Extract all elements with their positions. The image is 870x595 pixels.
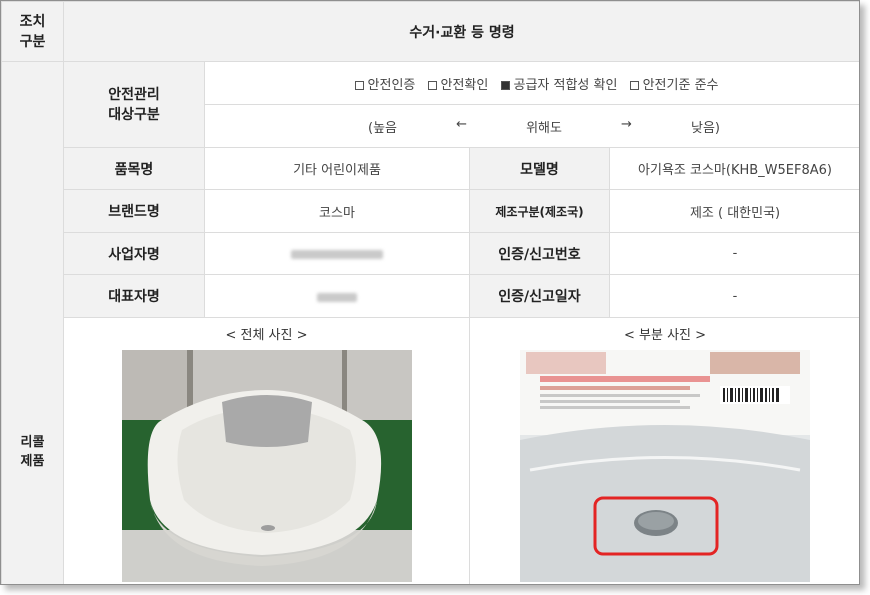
representative-label: 대표자명 (63, 274, 205, 318)
option-safety-cert: 안전인증 (354, 78, 415, 93)
recall-product-label: 리콜 제품 (1, 61, 64, 584)
full-photo-bathtub (121, 350, 412, 582)
representative-redacted (204, 274, 470, 318)
checkbox-icon (629, 80, 639, 90)
option-safety-confirm: 안전확인 (427, 78, 488, 93)
cert-date-label: 인증/신고일자 (469, 274, 610, 318)
recall-table: 조치 구분 수거·교환 등 명령 리콜 제품 안전관리 대상구분 안전인증 안전… (1, 1, 859, 584)
redacted-text (291, 250, 383, 259)
risk-high: (높음 (368, 120, 397, 136)
option-supplier-conformity: 공급자 적합성 확인 (500, 78, 617, 93)
redacted-text (317, 292, 357, 302)
model-value: 아기욕조 코스마(KHB_W5EF8A6) (608, 147, 859, 190)
part-photo-drain (520, 350, 811, 582)
origin-value: 제조 ( 대한민국) (608, 189, 859, 233)
checkbox-icon (427, 80, 437, 90)
brand-value: 코스마 (204, 189, 470, 233)
recall-info-panel: 조치 구분 수거·교환 등 명령 리콜 제품 안전관리 대상구분 안전인증 안전… (0, 0, 860, 585)
model-label: 모델명 (469, 147, 610, 190)
cert-date-value: - (608, 274, 859, 318)
checkbox-icon (354, 80, 364, 90)
company-name-label: 사업자명 (63, 232, 205, 275)
company-name-redacted (204, 232, 470, 275)
part-photo-caption: < 부분 사진 > (624, 328, 707, 343)
cert-number-value: - (608, 232, 859, 275)
cert-number-label: 인증/신고번호 (469, 232, 610, 275)
product-name-label: 품목명 (63, 147, 205, 190)
arrow-left-icon: ← (456, 116, 467, 132)
full-photo-cell: < 전체 사진 > (63, 317, 470, 584)
option-safety-standard: 안전기준 준수 (629, 78, 719, 93)
risk-scale: (높음 ← 위해도 → 낮음) (203, 104, 859, 148)
risk-label: 위해도 (526, 120, 562, 136)
action-label: 조치 구분 (1, 1, 64, 62)
arrow-right-icon: → (621, 116, 632, 132)
checked-box-icon (500, 80, 510, 90)
brand-label: 브랜드명 (63, 189, 205, 233)
product-name-value: 기타 어린이제품 (204, 147, 470, 190)
origin-label: 제조구분(제조국) (469, 189, 610, 233)
safety-category-options: 안전인증 안전확인 공급자 적합성 확인 안전기준 준수 (203, 61, 859, 105)
risk-low: 낮음) (691, 120, 721, 136)
safety-category-label: 안전관리 대상구분 (63, 61, 205, 148)
action-value: 수거·교환 등 명령 (62, 1, 859, 62)
full-photo-caption: < 전체 사진 > (225, 328, 308, 343)
part-photo-cell: < 부분 사진 > (468, 317, 859, 584)
